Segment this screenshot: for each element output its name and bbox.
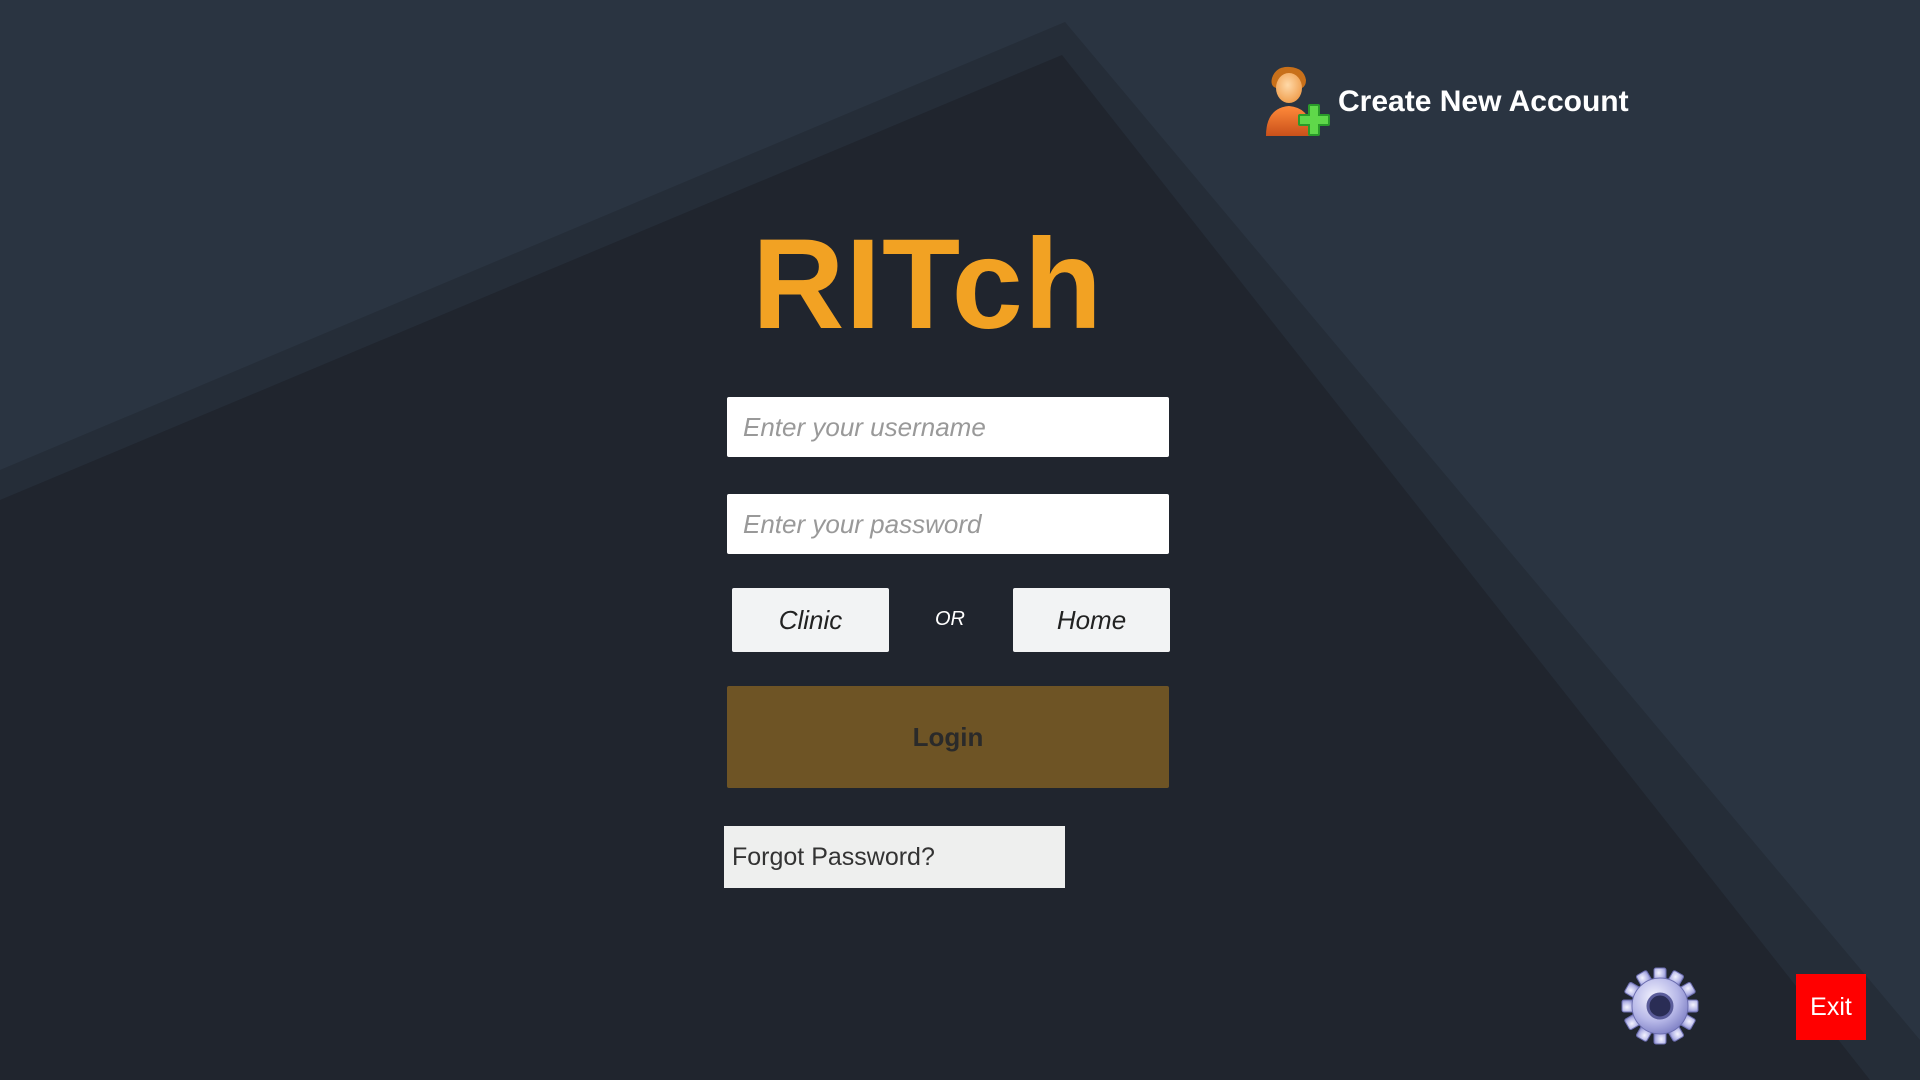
login-screen: Create New Account RITch Clinic OR Home … — [0, 0, 1920, 1080]
clinic-button[interactable]: Clinic — [732, 588, 889, 652]
app-title: RITch — [751, 213, 1104, 356]
or-separator: OR — [935, 608, 965, 630]
add-user-icon — [1266, 66, 1330, 136]
create-account-label: Create New Account — [1338, 85, 1629, 118]
forgot-password-button[interactable]: Forgot Password? — [724, 826, 1065, 888]
create-account-link[interactable]: Create New Account — [1262, 62, 1629, 142]
password-input[interactable] — [727, 494, 1169, 554]
login-button[interactable]: Login — [727, 686, 1169, 788]
exit-button[interactable]: Exit — [1796, 974, 1866, 1040]
gear-icon[interactable] — [1620, 966, 1700, 1046]
username-input[interactable] — [727, 397, 1169, 457]
home-button[interactable]: Home — [1013, 588, 1170, 652]
